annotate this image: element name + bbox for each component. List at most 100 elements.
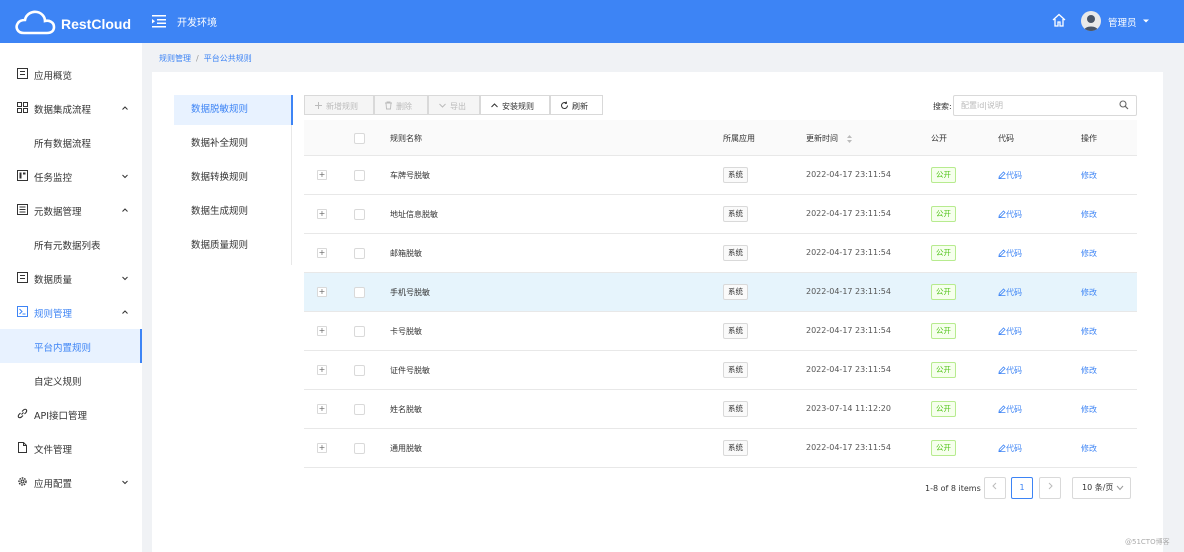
edit-pen-icon	[998, 405, 1006, 413]
sidebar-item-data-quality[interactable]: 数据质量	[0, 261, 142, 295]
updated-time: 2022-04-17 23:11:54	[806, 287, 891, 296]
tab-conversion-rules[interactable]: 数据转换规则	[174, 163, 292, 193]
code-link[interactable]: 代码	[998, 248, 1022, 259]
delete-button[interactable]: 删除	[374, 95, 428, 115]
row-checkbox[interactable]	[354, 365, 365, 376]
next-page-button[interactable]	[1039, 477, 1061, 499]
table-row[interactable]: + 卡号脱敏 系统 2022-04-17 23:11:54 公开 代码 修改	[304, 312, 1137, 351]
code-link-label: 代码	[1006, 249, 1022, 258]
code-link[interactable]: 代码	[998, 170, 1022, 181]
expand-row-button[interactable]: +	[317, 404, 327, 414]
code-link[interactable]: 代码	[998, 287, 1022, 298]
sidebar-item-app-config[interactable]: 应用配置	[0, 465, 142, 499]
sidebar-item-builtin-rules[interactable]: 平台内置规则	[0, 329, 142, 363]
edit-link[interactable]: 修改	[1081, 365, 1097, 376]
edit-link[interactable]: 修改	[1081, 287, 1097, 298]
edit-link[interactable]: 修改	[1081, 170, 1097, 181]
expand-row-button[interactable]: +	[317, 326, 327, 336]
breadcrumb-root[interactable]: 规则管理	[159, 54, 191, 63]
table-row[interactable]: + 姓名脱敏 系统 2023-07-14 11:12:20 公开 代码 修改	[304, 390, 1137, 429]
tab-generation-rules[interactable]: 数据生成规则	[174, 197, 292, 227]
row-checkbox[interactable]	[354, 209, 365, 220]
table-row[interactable]: + 证件号脱敏 系统 2022-04-17 23:11:54 公开 代码 修改	[304, 351, 1137, 390]
sidebar-item-data-integration[interactable]: 数据集成流程	[0, 91, 142, 125]
user-name[interactable]: 管理员	[1108, 15, 1137, 29]
select-all-checkbox[interactable]	[354, 133, 365, 144]
table-row[interactable]: + 车牌号脱敏 系统 2022-04-17 23:11:54 公开 代码 修改	[304, 156, 1137, 195]
edit-link[interactable]: 修改	[1081, 248, 1097, 259]
column-header-updated[interactable]: 更新时间	[806, 133, 838, 144]
expand-row-button[interactable]: +	[317, 170, 327, 180]
code-link-label: 代码	[1006, 288, 1022, 297]
rule-name: 手机号脱敏	[390, 288, 430, 297]
caret-down-icon[interactable]	[1142, 17, 1150, 25]
table-row[interactable]: + 邮箱脱敏 系统 2022-04-17 23:11:54 公开 代码 修改	[304, 234, 1137, 273]
search-label: 搜索:	[933, 102, 952, 111]
home-icon[interactable]	[1052, 13, 1066, 27]
new-rule-button[interactable]: 新增规则	[304, 95, 374, 115]
sidebar-item-overview[interactable]: 应用概览	[0, 57, 142, 91]
page-size-select[interactable]: 10 条/页	[1072, 477, 1131, 499]
chevron-left-icon	[992, 482, 997, 490]
prev-page-button[interactable]	[984, 477, 1006, 499]
code-link[interactable]: 代码	[998, 326, 1022, 337]
sidebar-item-all-flows[interactable]: 所有数据流程	[0, 125, 142, 159]
chevron-up-icon	[122, 208, 128, 212]
edit-pen-icon	[998, 210, 1006, 218]
row-checkbox[interactable]	[354, 287, 365, 298]
chevron-down-icon	[1116, 485, 1124, 491]
tab-completion-rules[interactable]: 数据补全规则	[174, 129, 292, 159]
sort-icon[interactable]	[846, 134, 853, 144]
row-checkbox[interactable]	[354, 404, 365, 415]
sidebar-item-all-metadata[interactable]: 所有元数据列表	[0, 227, 142, 261]
expand-row-button[interactable]: +	[317, 443, 327, 453]
table-row[interactable]: + 手机号脱敏 系统 2022-04-17 23:11:54 公开 代码 修改	[304, 273, 1137, 312]
expand-row-button[interactable]: +	[317, 248, 327, 258]
chevron-down-icon	[122, 480, 128, 485]
edit-link[interactable]: 修改	[1081, 209, 1097, 220]
expand-row-button[interactable]: +	[317, 365, 327, 375]
export-button[interactable]: 导出	[428, 95, 480, 115]
edit-link[interactable]: 修改	[1081, 326, 1097, 337]
install-rule-button[interactable]: 安装规则	[480, 95, 550, 115]
menu-fold-icon[interactable]	[152, 14, 166, 28]
monitor-icon	[17, 170, 28, 181]
code-link-label: 代码	[1006, 171, 1022, 180]
table-row[interactable]: + 通用脱敏 系统 2022-04-17 23:11:54 公开 代码 修改	[304, 429, 1137, 468]
edit-link[interactable]: 修改	[1081, 404, 1097, 415]
trash-icon	[385, 101, 392, 110]
expand-row-button[interactable]: +	[317, 287, 327, 297]
code-link[interactable]: 代码	[998, 443, 1022, 454]
code-link[interactable]: 代码	[998, 209, 1022, 220]
table-row[interactable]: + 地址信息脱敏 系统 2022-04-17 23:11:54 公开 代码 修改	[304, 195, 1137, 234]
refresh-button[interactable]: 刷新	[550, 95, 603, 115]
grid-icon	[17, 102, 28, 113]
sidebar-item-task-monitor[interactable]: 任务监控	[0, 159, 142, 193]
sidebar-item-api[interactable]: API接口管理	[0, 397, 142, 431]
row-checkbox[interactable]	[354, 326, 365, 337]
row-checkbox[interactable]	[354, 170, 365, 181]
sidebar-item-rule-management[interactable]: 规则管理	[0, 295, 142, 329]
edit-link[interactable]: 修改	[1081, 443, 1097, 454]
code-link[interactable]: 代码	[998, 404, 1022, 415]
avatar[interactable]	[1081, 11, 1101, 31]
tab-quality-rules[interactable]: 数据质量规则	[174, 231, 292, 261]
sidebar-item-files[interactable]: 文件管理	[0, 431, 142, 465]
sidebar-item-metadata[interactable]: 元数据管理	[0, 193, 142, 227]
code-link[interactable]: 代码	[998, 365, 1022, 376]
row-checkbox[interactable]	[354, 248, 365, 259]
sidebar-item-custom-rules[interactable]: 自定义规则	[0, 363, 142, 397]
chevron-up-icon	[122, 106, 128, 110]
page-button-current[interactable]: 1	[1011, 477, 1033, 499]
brand-logo[interactable]: RestCloud	[14, 9, 131, 35]
expand-row-button[interactable]: +	[317, 209, 327, 219]
app-tag: 系统	[723, 440, 748, 456]
search-input[interactable]	[953, 95, 1137, 116]
updated-time: 2022-04-17 23:11:54	[806, 248, 891, 257]
search-icon[interactable]	[1119, 100, 1129, 110]
tab-masking-rules[interactable]: 数据脱敏规则	[174, 95, 293, 125]
public-tag: 公开	[931, 284, 956, 300]
row-checkbox[interactable]	[354, 443, 365, 454]
page-scrollbar[interactable]	[1173, 43, 1184, 552]
public-tag: 公开	[931, 401, 956, 417]
